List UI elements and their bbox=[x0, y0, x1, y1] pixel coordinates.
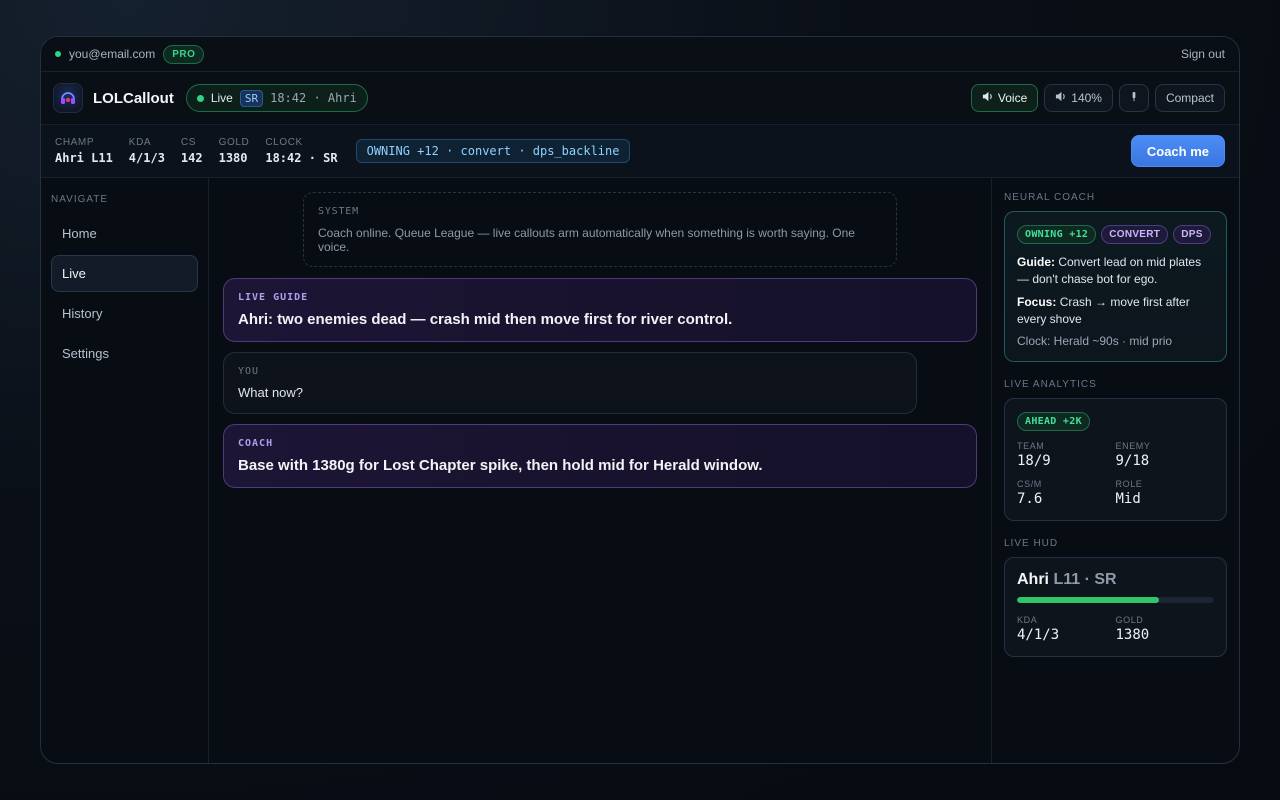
role-value: Mid bbox=[1115, 491, 1141, 507]
csm-label: CS/M bbox=[1017, 479, 1042, 489]
headset-logo-icon bbox=[53, 83, 83, 113]
message-label: YOU bbox=[238, 366, 260, 377]
volume-button[interactable]: 140% bbox=[1044, 84, 1113, 112]
nav-title: NAVIGATE bbox=[51, 194, 109, 205]
message-text: Ahri: two enemies dead — crash mid then … bbox=[238, 311, 733, 328]
hud-kda-value: 4/1/3 bbox=[1017, 627, 1060, 643]
message-label: LIVE GUIDE bbox=[238, 292, 309, 303]
map-tag: SR bbox=[239, 89, 264, 107]
sidebar-item-live[interactable]: Live bbox=[51, 255, 198, 292]
account-email: you@email.com bbox=[69, 47, 156, 61]
lead-chip: AHEAD +2K bbox=[1017, 412, 1090, 431]
stat-champ: CHAMP Ahri L11 bbox=[55, 137, 113, 165]
app-window: you@email.com PRO Sign out LOLCallout Li… bbox=[40, 36, 1240, 764]
mic-button[interactable] bbox=[1118, 84, 1149, 112]
live-dot bbox=[196, 94, 204, 102]
stat-label: GOLD bbox=[218, 137, 250, 148]
team-label: TEAM bbox=[1017, 441, 1045, 451]
stat-value: 142 bbox=[180, 151, 203, 165]
hud-gold-label: GOLD bbox=[1115, 615, 1144, 625]
stat-cs: CS 142 bbox=[181, 137, 203, 165]
voice-label: Voice bbox=[997, 91, 1028, 105]
voice-button[interactable]: Voice bbox=[970, 84, 1039, 112]
account-bar: you@email.com PRO Sign out bbox=[41, 37, 1239, 72]
volume-label: 140% bbox=[1071, 91, 1102, 105]
stat-value: 18:42 · SR bbox=[265, 151, 338, 165]
hud-champ-name: Ahri bbox=[1017, 571, 1049, 588]
live-hud-card: Ahri L11 · SR KDA 4/1/3 GOLD 1380 bbox=[1004, 557, 1227, 657]
live-guide-message: LIVE GUIDE Ahri: two enemies dead — cras… bbox=[223, 278, 977, 342]
game-state-chip: OWNING +12 · convert · dps_backline bbox=[355, 139, 631, 163]
hud-kda-label: KDA bbox=[1017, 615, 1038, 625]
objective-clock: Clock: Herald ~90s · mid prio bbox=[1017, 334, 1173, 348]
stat-clock: CLOCK 18:42 · SR bbox=[265, 137, 337, 165]
enemy-label: ENEMY bbox=[1115, 441, 1151, 451]
system-message: SYSTEM Coach online. Queue League — live… bbox=[303, 192, 897, 267]
health-bar-fill bbox=[1017, 597, 1159, 603]
message-text: What now? bbox=[238, 385, 304, 400]
guide-line: Guide: Convert lead on mid plates — don'… bbox=[1017, 254, 1214, 288]
message-label: COACH bbox=[238, 438, 274, 449]
stat-value: 4/1/3 bbox=[128, 151, 165, 165]
compact-button[interactable]: Compact bbox=[1154, 84, 1225, 112]
coach-message: COACH Base with 1380g for Lost Chapter s… bbox=[223, 424, 977, 488]
sidebar-item-settings[interactable]: Settings bbox=[51, 335, 198, 372]
focus-line: Focus: Crash → move first after every sh… bbox=[1017, 294, 1214, 328]
enemy-value: 9/18 bbox=[1115, 453, 1150, 469]
coach-feed: SYSTEM Coach online. Queue League — live… bbox=[209, 178, 991, 763]
stat-gold: GOLD 1380 bbox=[219, 137, 250, 165]
sign-out-link[interactable]: Sign out bbox=[1181, 47, 1225, 61]
stat-label: CS bbox=[180, 137, 197, 148]
stat-label: CHAMP bbox=[55, 137, 95, 148]
live-label: Live bbox=[210, 91, 233, 105]
volume-icon bbox=[1055, 91, 1066, 105]
live-analytics-title: LIVE ANALYTICS bbox=[1004, 379, 1097, 390]
live-analytics-card: AHEAD +2K TEAM 18/9 ENEMY 9/18 CS/M 7.6 bbox=[1004, 398, 1227, 521]
role-label: ROLE bbox=[1115, 479, 1143, 489]
stat-value: Ahri L11 bbox=[55, 151, 113, 165]
neural-coach-title: NEURAL COACH bbox=[1004, 192, 1096, 203]
team-value: 18/9 bbox=[1017, 453, 1051, 469]
sidebar-item-history[interactable]: History bbox=[51, 295, 198, 332]
coach-me-button[interactable]: Coach me bbox=[1130, 135, 1225, 167]
live-hud-title: LIVE HUD bbox=[1004, 538, 1059, 549]
focus-label: Focus: bbox=[1017, 295, 1057, 309]
message-text: Coach online. Queue League — live callou… bbox=[318, 226, 855, 254]
live-clock: 18:42 · Ahri bbox=[270, 91, 357, 105]
stat-label: KDA bbox=[128, 137, 152, 148]
sidebar: NAVIGATE Home Live History Settings bbox=[41, 178, 209, 763]
neural-coach-card: OWNING +12 CONVERT DPS Guide: Convert le… bbox=[1004, 211, 1227, 362]
state-chip: OWNING +12 bbox=[1017, 225, 1097, 244]
microphone-icon bbox=[1130, 91, 1138, 105]
plan-badge: PRO bbox=[163, 44, 205, 64]
hud-gold-value: 1380 bbox=[1115, 627, 1150, 643]
message-text: Base with 1380g for Lost Chapter spike, … bbox=[238, 457, 763, 474]
brand-name: LOLCallout bbox=[93, 89, 174, 107]
game-stats-bar: CHAMP Ahri L11 KDA 4/1/3 CS 142 GOLD 138… bbox=[41, 125, 1239, 178]
online-status-dot bbox=[55, 51, 61, 57]
live-status-pill: Live SR 18:42 · Ahri bbox=[185, 84, 368, 112]
hud-champion: Ahri L11 · SR bbox=[1017, 571, 1214, 589]
health-bar bbox=[1017, 597, 1214, 603]
stat-value: 1380 bbox=[218, 151, 248, 165]
csm-value: 7.6 bbox=[1017, 491, 1043, 507]
speaker-icon bbox=[982, 91, 993, 105]
stat-kda: KDA 4/1/3 bbox=[129, 137, 165, 165]
guide-label: Guide: bbox=[1017, 255, 1055, 269]
user-message: YOU What now? bbox=[223, 352, 917, 414]
right-panel: NEURAL COACH OWNING +12 CONVERT DPS Guid… bbox=[991, 178, 1239, 763]
sidebar-item-home[interactable]: Home bbox=[51, 215, 198, 252]
message-label: SYSTEM bbox=[318, 206, 359, 217]
plan-chip: CONVERT bbox=[1101, 225, 1169, 244]
stat-label: CLOCK bbox=[265, 137, 303, 148]
hud-level: L11 · SR bbox=[1053, 571, 1117, 588]
role-chip: DPS bbox=[1173, 225, 1211, 244]
app-header: LOLCallout Live SR 18:42 · Ahri Voice 14… bbox=[41, 72, 1239, 125]
